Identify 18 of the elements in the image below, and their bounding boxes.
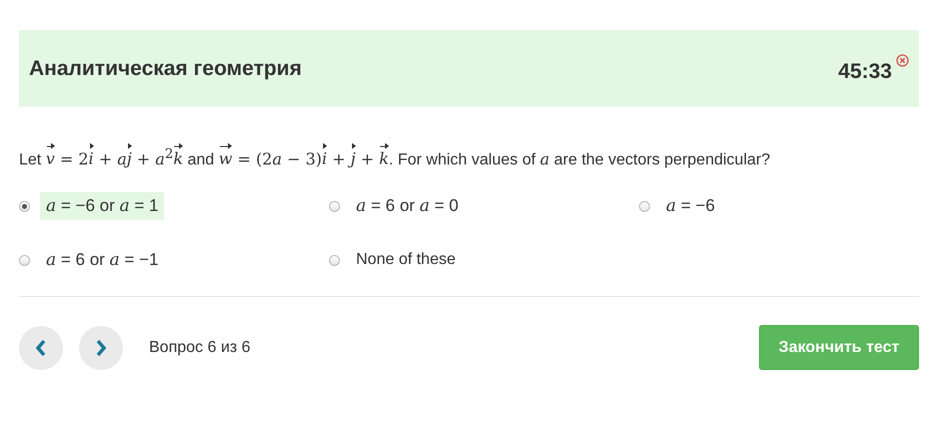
question-counter: Вопрос 6 из 6 — [149, 338, 250, 357]
radio-button[interactable] — [329, 254, 340, 266]
answer-option[interactable]: a = −6 — [660, 192, 721, 220]
answer-option[interactable]: a = 6 or a = 0 — [350, 192, 465, 220]
chevron-left-icon — [35, 338, 47, 357]
chevron-right-icon — [95, 338, 107, 357]
answer-option[interactable]: a = 6 or a = −1 — [40, 246, 164, 274]
next-button[interactable] — [79, 326, 123, 370]
previous-button[interactable] — [19, 326, 63, 370]
radio-button[interactable] — [639, 200, 650, 212]
test-title: Аналитическая геометрия — [29, 56, 302, 80]
radio-button[interactable] — [19, 254, 30, 266]
timer: 45:33 — [838, 60, 892, 84]
radio-button[interactable] — [19, 200, 30, 212]
radio-button[interactable] — [329, 200, 340, 212]
close-icon[interactable] — [896, 54, 909, 66]
question-text: Let v = 2i + aj + a$^{2}$k and w = (2a − 3)i + j + k. For which values of a are the vectors perpendicular? — [19, 143, 919, 172]
answer-option[interactable]: None of these — [350, 247, 462, 274]
